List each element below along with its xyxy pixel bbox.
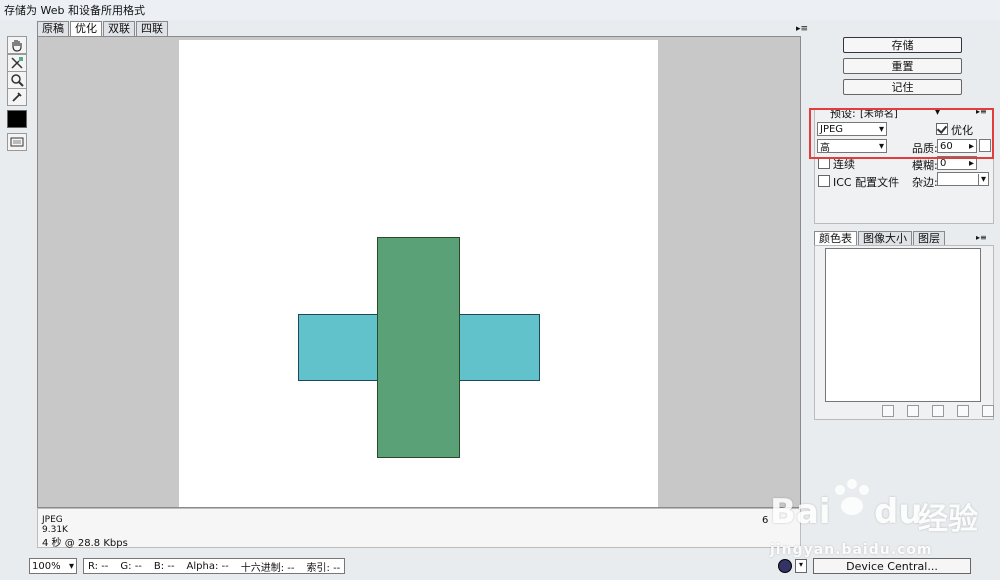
tab-layers[interactable]: 图层 — [913, 231, 945, 246]
optimization-info-panel: JPEG 9.31K 4 秒 @ 28.8 Kbps 6 — [37, 508, 801, 549]
watermark-url: jingyan.baidu.com — [770, 542, 933, 558]
tab-4up[interactable]: 四联 — [136, 21, 168, 37]
magnifier-icon — [11, 74, 24, 87]
checkbox-unchecked-icon — [818, 175, 830, 187]
readout-index: 索引: -- — [306, 562, 341, 574]
paw-icon — [835, 479, 869, 515]
red-highlight-box — [809, 108, 994, 159]
matte-select[interactable]: ▾ — [937, 172, 989, 186]
panel-menu-icon[interactable]: ▸≡ — [796, 24, 808, 34]
window-title: 存储为 Web 和设备所用格式 — [0, 0, 1000, 20]
icc-profile-checkbox[interactable]: ICC 配置文件 — [818, 174, 899, 190]
color-readout: R: -- G: -- B: -- Alpha: -- 十六进制: -- 索引:… — [83, 558, 346, 574]
readout-r: R: -- — [88, 560, 109, 572]
view-tabs: 原稿 优化 双联 四联 — [37, 21, 169, 37]
eyedropper-tool[interactable] — [7, 88, 27, 106]
remember-button[interactable]: 记住 — [843, 79, 962, 95]
watermark-brand: Bai — [770, 492, 831, 532]
info-format: JPEG — [42, 515, 63, 525]
save-button[interactable]: 存储 — [843, 37, 962, 53]
watermark-cn: 经验 — [918, 502, 978, 537]
eyedropper-color-swatch[interactable] — [7, 110, 27, 128]
hand-icon — [12, 40, 22, 52]
blur-value: 0 — [940, 157, 947, 169]
color-table-tabs: 颜色表 图像大小 图层 — [814, 231, 946, 246]
chevron-right-icon: ▸ — [968, 157, 974, 169]
eyedropper-icon — [12, 92, 22, 102]
zoom-select[interactable]: 100% ▾ — [29, 558, 77, 574]
icc-profile-label: ICC 配置文件 — [833, 176, 900, 189]
color-table-area[interactable] — [825, 248, 981, 402]
baidu-jingyan-watermark: Bai du 经验 jingyan.baidu.com — [760, 470, 1000, 580]
trash-icon[interactable] — [982, 405, 994, 417]
reset-button[interactable]: 重置 — [843, 58, 962, 74]
readout-hex: 十六进制: -- — [240, 562, 295, 574]
slice-select-icon — [11, 57, 23, 69]
readout-g: G: -- — [120, 560, 142, 572]
new-color-icon[interactable] — [957, 405, 969, 417]
tab-image-size[interactable]: 图像大小 — [858, 231, 912, 246]
chevron-down-icon: ▾ — [68, 560, 74, 572]
lock-color-icon[interactable] — [932, 405, 944, 417]
slice-select-tool[interactable] — [7, 54, 27, 72]
color-table-menu-icon[interactable]: ▸≡ — [976, 233, 987, 242]
color-table-actions — [882, 405, 994, 417]
zoom-value: 100% — [32, 560, 61, 572]
progressive-label: 连续 — [833, 158, 855, 171]
green-vertical-bar — [377, 237, 460, 458]
info-download-time: 4 秒 @ 28.8 Kbps — [42, 538, 128, 549]
chevron-down-icon: ▾ — [977, 173, 986, 185]
watermark-brand2: du — [874, 492, 923, 532]
map-color-icon[interactable] — [882, 405, 894, 417]
tab-color-table[interactable]: 颜色表 — [814, 231, 857, 246]
web-snap-icon[interactable] — [907, 405, 919, 417]
tab-original[interactable]: 原稿 — [37, 21, 69, 37]
matte-label: 杂边: — [912, 176, 938, 189]
slices-icon — [10, 137, 24, 147]
zoom-tool[interactable] — [7, 71, 27, 89]
status-bar: 100% ▾ R: -- G: -- B: -- Alpha: -- 十六进制:… — [29, 556, 809, 576]
tab-2up[interactable]: 双联 — [103, 21, 135, 37]
readout-b: B: -- — [153, 560, 175, 572]
blur-label: 模糊: — [912, 159, 938, 172]
toggle-slices-tool[interactable] — [7, 133, 27, 151]
readout-alpha: Alpha: -- — [186, 560, 229, 572]
tab-optimized[interactable]: 优化 — [70, 21, 102, 37]
hand-tool[interactable] — [7, 36, 27, 54]
